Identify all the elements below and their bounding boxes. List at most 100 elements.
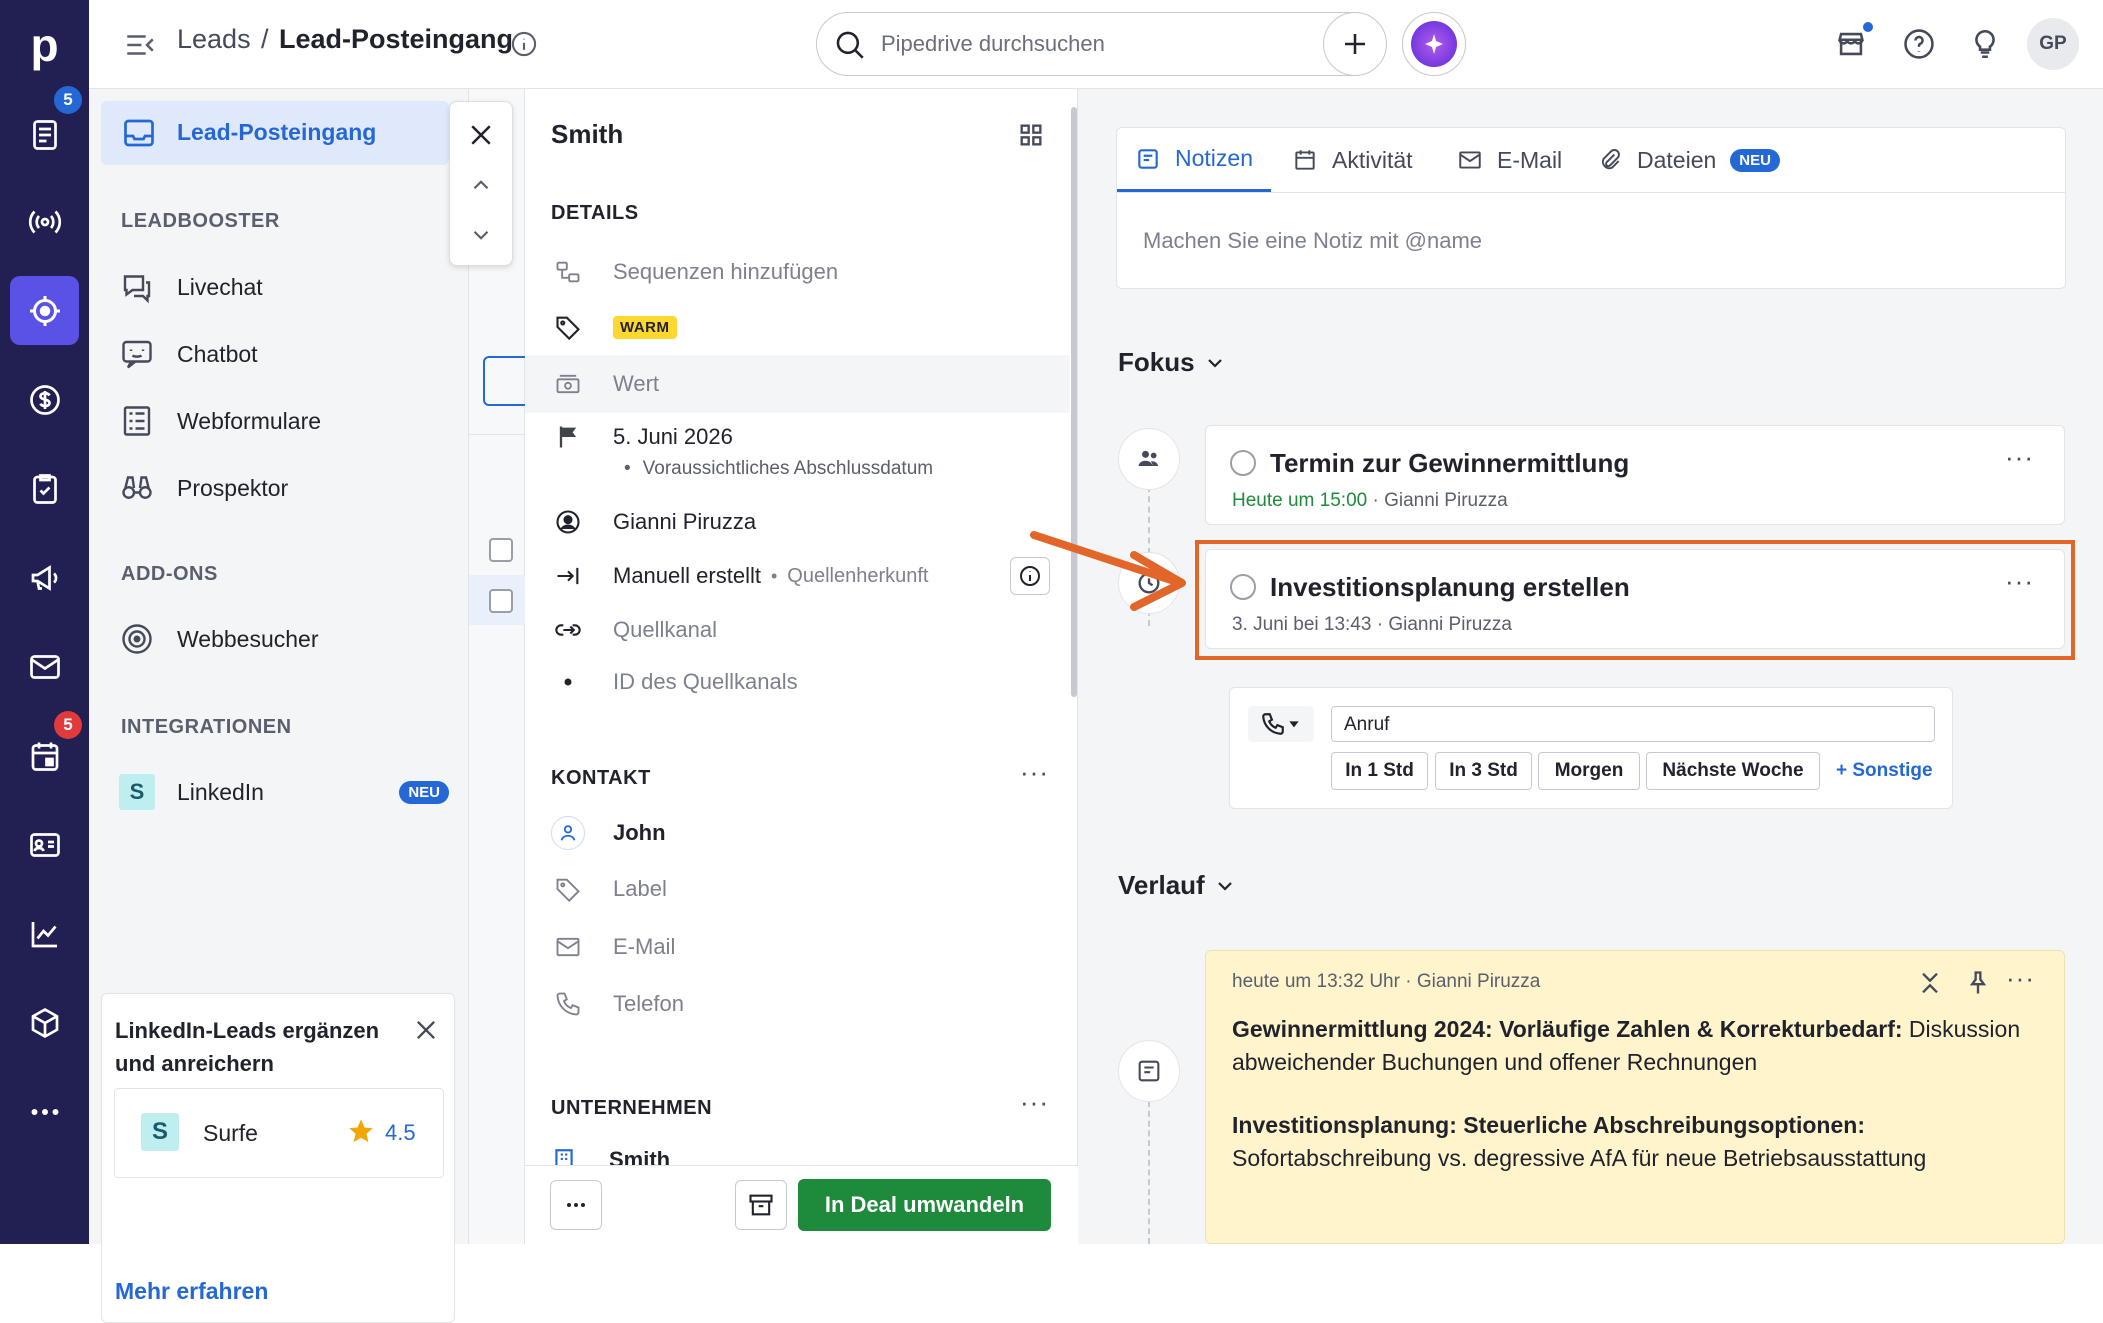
help-icon[interactable] <box>1897 22 1941 66</box>
sidebar-item-lead-posteingang[interactable]: Lead-Posteingang <box>101 101 449 165</box>
new-badge: NEU <box>1730 148 1780 172</box>
info-icon[interactable] <box>510 30 538 58</box>
contacts-icon[interactable] <box>10 810 79 879</box>
megaphone-icon[interactable] <box>10 543 79 612</box>
tab-dateien[interactable]: Dateien NEU <box>1597 128 1780 192</box>
contact-phone-row[interactable]: Telefon <box>551 984 1071 1024</box>
owner-row[interactable]: Gianni Piruzza <box>551 502 1071 542</box>
collapse-icon[interactable] <box>1916 969 1944 997</box>
note-meta: heute um 13:32 Uhr · Gianni Piruzza <box>1232 971 1541 992</box>
activity-subject-input[interactable]: Anruf <box>1331 706 1935 742</box>
clipboard-icon[interactable] <box>10 454 79 523</box>
label-row[interactable]: WARM <box>551 307 1071 347</box>
quick-schedule-card: Anruf In 1 Std In 3 Std Morgen Nächste W… <box>1229 687 1953 809</box>
activity-title: Termin zur Gewinnermittlung <box>1270 448 1630 478</box>
radar-icon[interactable] <box>10 187 79 256</box>
avatar[interactable]: GP <box>2027 18 2079 70</box>
chart-icon[interactable] <box>10 899 79 968</box>
focus-header[interactable]: Fokus <box>1118 347 1227 378</box>
pin-icon[interactable] <box>1964 969 1992 997</box>
highlight-box <box>1195 540 2075 660</box>
pipedrive-logo[interactable]: p <box>0 0 89 89</box>
note-input[interactable]: Machen Sie eine Notiz mit @name <box>1143 228 1482 254</box>
source-caption: Quellenherkunft <box>787 564 929 587</box>
inbox-icon <box>124 119 154 147</box>
sidebar-item-livechat[interactable]: Livechat <box>119 267 263 307</box>
tag-icon <box>551 310 585 344</box>
tab-notizen[interactable]: Notizen <box>1117 128 1271 192</box>
tab-email[interactable]: E-Mail <box>1457 128 1562 192</box>
contact-name: John <box>613 820 666 845</box>
tomorrow-button[interactable]: Morgen <box>1538 752 1640 790</box>
tab-aktivitaet[interactable]: Aktivität <box>1292 128 1413 192</box>
user-circle-icon <box>551 505 585 539</box>
source-channel-row[interactable]: Quellkanal <box>551 610 1071 650</box>
box-icon[interactable] <box>10 988 79 1057</box>
breadcrumb-leads[interactable]: Leads <box>177 24 251 55</box>
history-label: Verlauf <box>1118 870 1205 900</box>
close-icon[interactable] <box>412 1016 440 1044</box>
sidebar-item-webbesucher[interactable]: Webbesucher <box>119 619 319 659</box>
learn-more-link[interactable]: Mehr erfahren <box>115 1278 268 1305</box>
contact-label-row[interactable]: Label <box>551 869 1071 909</box>
close-icon[interactable] <box>466 120 496 150</box>
surfe-logo-icon: S <box>141 1113 179 1151</box>
tab-label: Aktivität <box>1332 146 1413 173</box>
ai-assistant-button[interactable] <box>1402 12 1466 76</box>
app-rail: p 5 5 <box>0 0 89 1244</box>
lightbulb-icon[interactable] <box>1963 22 2007 66</box>
other-date-link[interactable]: + Sonstige <box>1836 760 1933 782</box>
add-button[interactable] <box>1323 12 1387 76</box>
in-3-hours-button[interactable]: In 3 Std <box>1435 752 1532 790</box>
chevron-up-icon[interactable] <box>468 172 494 198</box>
source-channel-id-row[interactable]: ID des Quellkanals <box>551 662 1071 702</box>
add-sequences-label: Sequenzen hinzufügen <box>613 259 839 284</box>
activity-type-select[interactable] <box>1248 706 1314 742</box>
building-icon <box>555 1149 573 1165</box>
archive-button[interactable] <box>735 1180 787 1230</box>
lead-title[interactable]: Smith <box>551 119 623 150</box>
activity-done-checkbox[interactable] <box>1230 450 1256 476</box>
sidebar-item-linkedin[interactable]: S LinkedIn NEU <box>119 772 449 812</box>
chevron-down-icon <box>1207 358 1222 368</box>
close-date-row[interactable]: 5. Juni 2026 <box>551 417 1071 457</box>
row-checkbox[interactable] <box>489 538 513 562</box>
section-leadbooster: LEADBOOSTER <box>121 210 280 232</box>
sidebar-item-prospektor[interactable]: Prospektor <box>119 468 288 508</box>
breadcrumb-separator: / <box>261 24 269 54</box>
mail-icon[interactable] <box>10 632 79 701</box>
value-row[interactable]: Wert <box>551 364 1071 404</box>
note-more-button[interactable]: ··· <box>2006 963 2035 994</box>
row-checkbox[interactable] <box>489 589 513 613</box>
history-header[interactable]: Verlauf <box>1118 870 1237 901</box>
unternehmen-more-button[interactable]: ··· <box>1020 1087 1049 1118</box>
kontakt-more-button[interactable]: ··· <box>1020 757 1049 788</box>
activity-more-button[interactable]: ··· <box>2005 442 2034 473</box>
sparkle-icon <box>1411 21 1457 67</box>
history-note-card[interactable]: heute um 13:32 Uhr · Gianni Piruzza ··· … <box>1205 950 2065 1244</box>
search-input[interactable]: Pipedrive durchsuchen <box>816 12 1386 76</box>
more-icon[interactable] <box>10 1077 79 1146</box>
sequence-icon <box>551 255 585 289</box>
collapse-menu-icon[interactable] <box>123 28 157 62</box>
convert-to-deal-button[interactable]: In Deal umwandeln <box>798 1179 1051 1231</box>
more-actions-button[interactable] <box>550 1180 602 1230</box>
contact-email-row[interactable]: E-Mail <box>551 927 1071 967</box>
add-sequences-row[interactable]: Sequenzen hinzufügen <box>551 252 1071 292</box>
next-week-button[interactable]: Nächste Woche <box>1646 752 1820 790</box>
chatbot-icon <box>122 340 152 369</box>
sidebar-item-chatbot[interactable]: Chatbot <box>119 334 258 374</box>
layout-grid-icon[interactable] <box>1017 121 1045 149</box>
in-1-hour-button[interactable]: In 1 Std <box>1331 752 1428 790</box>
surfe-app-card[interactable]: S Surfe 4.5 <box>114 1088 444 1178</box>
marketplace-icon[interactable] <box>1829 22 1873 66</box>
chevron-down-icon[interactable] <box>468 222 494 248</box>
owner-value: Gianni Piruzza <box>613 509 757 534</box>
company-row-partial[interactable]: Smith <box>551 1147 670 1165</box>
dollar-icon[interactable] <box>10 365 79 434</box>
contact-name-row[interactable]: John <box>551 813 1071 853</box>
target-icon[interactable] <box>10 276 79 345</box>
sidebar-item-webformulare[interactable]: Webformulare <box>119 401 321 441</box>
source-origin-row[interactable]: Manuell erstellt • Quellenherkunft <box>551 556 1071 596</box>
activity-card-gewinnermittlung[interactable]: Termin zur Gewinnermittlung Heute um 15:… <box>1205 425 2065 525</box>
